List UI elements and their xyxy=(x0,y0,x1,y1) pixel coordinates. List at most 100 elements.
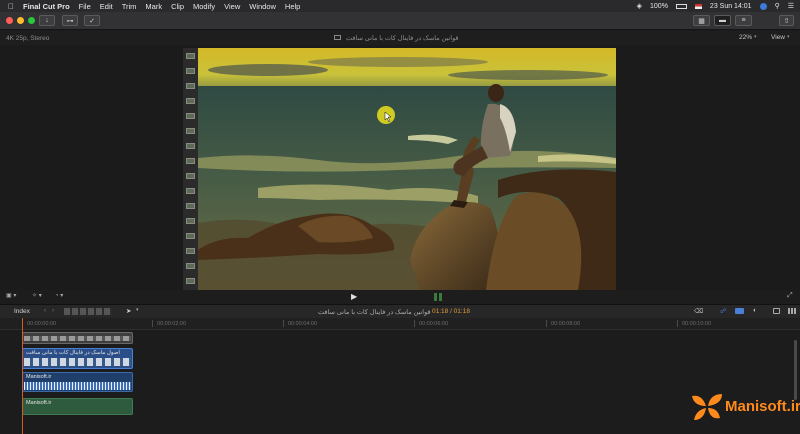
timeline[interactable]: 00:00:00:00 00:00:02:00 00:00:04:00 00:0… xyxy=(0,318,800,434)
forward-arrow-icon[interactable]: › xyxy=(52,307,54,314)
view-chevron-icon: ▾ xyxy=(787,34,790,40)
inspector-view-button[interactable]: ≡ xyxy=(735,15,752,26)
share-button[interactable]: ⇧ xyxy=(779,15,794,26)
menu-clip[interactable]: Clip xyxy=(171,2,184,11)
clock[interactable]: 23 Sun 14:01 xyxy=(710,3,752,10)
clip-thumbnails xyxy=(24,336,131,341)
share-icon: ⇧ xyxy=(783,17,790,25)
menu-mark[interactable]: Mark xyxy=(145,2,162,11)
browser-view-button[interactable]: ▦ xyxy=(693,15,710,26)
watermark-logo xyxy=(690,392,724,422)
zoom-menu[interactable]: 22% xyxy=(739,34,752,41)
import-button[interactable]: ↓ xyxy=(39,15,55,26)
user-icon[interactable] xyxy=(759,2,767,10)
play-button[interactable]: ▶ xyxy=(351,292,357,301)
menu-view[interactable]: View xyxy=(224,2,240,11)
clip-label: Manisoft.ir xyxy=(26,400,52,406)
clip-label: اصول ماسک در فاینال کات با مانی سافت xyxy=(26,350,120,356)
minimize-window-button[interactable] xyxy=(17,17,24,24)
apple-menu-icon[interactable]:  xyxy=(8,2,14,11)
battery-percent: 100% xyxy=(650,2,668,10)
window-toolbar: ↓ ⊶ ✓ ▦ ▬ ≡ ⇧ xyxy=(0,12,800,30)
filmstrip-frame xyxy=(186,203,195,209)
clip-options-icon[interactable] xyxy=(773,308,780,314)
filmstrip-frame xyxy=(186,173,195,179)
transport-bar: ▣ ▾ ✧ ▾ ◔ ▾ ▶ ⤢ xyxy=(0,290,800,304)
menu-edit[interactable]: Edit xyxy=(100,2,113,11)
menu-trim[interactable]: Trim xyxy=(122,2,137,11)
ruler-tick-line xyxy=(677,320,678,327)
select-tool-icon[interactable]: ➤ xyxy=(126,307,131,315)
keywords-button[interactable]: ⊶ xyxy=(62,15,78,26)
chevron-down-icon: ▾ xyxy=(13,293,17,299)
ruler-tick-line xyxy=(283,320,284,327)
search-icon[interactable]: ⚲ xyxy=(775,2,780,10)
speedometer-icon: ◔ xyxy=(55,293,59,299)
menu-list-icon[interactable]: ☰ xyxy=(788,2,794,10)
playhead[interactable] xyxy=(22,318,23,434)
menu-file[interactable]: File xyxy=(79,2,91,11)
filmstrip-frame xyxy=(186,233,195,239)
ruler-tick: 00:00:00:00 xyxy=(27,321,57,327)
filmstrip-frame xyxy=(186,278,195,284)
wifi-icon[interactable]: ◈ xyxy=(637,2,642,10)
filmstrip-frame xyxy=(186,158,195,164)
effects-menu[interactable]: ✧ ▾ xyxy=(32,292,48,301)
view-menu[interactable]: View xyxy=(771,34,785,41)
viewer-clip-icon xyxy=(334,35,341,40)
filmstrip-frame xyxy=(186,143,195,149)
background-tasks-button[interactable]: ✓ xyxy=(84,15,100,26)
zoom-chevron-icon: ▾ xyxy=(754,34,757,40)
zoom-window-button[interactable] xyxy=(28,17,35,24)
crop-icon: ▣ xyxy=(6,293,12,299)
ruler-tick: 00:00:08:00 xyxy=(551,321,581,327)
close-window-button[interactable] xyxy=(6,17,13,24)
timeline-ruler[interactable]: 00:00:00:00 00:00:02:00 00:00:04:00 00:0… xyxy=(0,318,800,330)
audio-meters-icon[interactable] xyxy=(788,308,796,314)
fullscreen-button[interactable]: ⤢ xyxy=(787,292,793,300)
menu-bar:  Final Cut Pro File Edit Trim Mark Clip… xyxy=(0,0,800,12)
solo-icon[interactable] xyxy=(735,308,744,314)
audio-clip[interactable]: Manisoft.ir xyxy=(22,372,133,392)
ruler-tick-line xyxy=(152,320,153,327)
timeline-view-button[interactable]: ▬ xyxy=(714,15,731,26)
chevron-down-icon: ▾ xyxy=(38,293,42,299)
key-icon: ⊶ xyxy=(66,17,74,25)
back-arrow-icon[interactable]: ‹ xyxy=(44,307,46,314)
filmstrip-frame xyxy=(186,128,195,134)
vertical-scrollbar[interactable] xyxy=(794,340,797,400)
ruler-tick-line xyxy=(414,320,415,327)
project-timecode: 01:18 / 01:18 xyxy=(432,308,470,315)
menu-window[interactable]: Window xyxy=(249,2,276,11)
green-audio-clip[interactable]: Manisoft.ir xyxy=(22,398,133,415)
audio-meter-icon xyxy=(434,293,444,301)
filmstrip-frame xyxy=(186,248,195,254)
battery-icon[interactable] xyxy=(675,3,687,9)
clip-label: Manisoft.ir xyxy=(26,374,52,380)
index-button[interactable]: Index xyxy=(14,308,30,315)
menu-help[interactable]: Help xyxy=(285,2,300,11)
primary-video-clip[interactable]: اصول ماسک در فاینال کات با مانی سافت xyxy=(22,348,133,369)
fullscreen-icon: ⤢ xyxy=(787,292,793,299)
video-frame[interactable] xyxy=(198,48,616,290)
project-title: قوانین ماسک در فاینال کات با مانی سافت xyxy=(318,309,431,316)
chevron-down-icon: ▾ xyxy=(60,293,64,299)
filmstrip-frame xyxy=(186,83,195,89)
audio-skimming-icon[interactable]: ☍ xyxy=(720,307,727,315)
menu-modify[interactable]: Modify xyxy=(193,2,215,11)
filmstrip-frame xyxy=(186,53,195,59)
seaside-scene-image xyxy=(198,48,616,290)
transform-menu[interactable]: ▣ ▾ xyxy=(6,292,22,301)
skimming-icon[interactable]: ⌫ xyxy=(694,307,703,315)
ruler-tick: 00:00:10:00 xyxy=(682,321,712,327)
snapping-icon[interactable]: ◐ xyxy=(753,307,757,314)
viewer-header: 4K 25p, Stereo قوانین ماسک در فاینال کات… xyxy=(0,31,800,45)
grid-icon: ▦ xyxy=(698,17,705,25)
retime-menu[interactable]: ◔ ▾ xyxy=(55,292,71,301)
clip-appearance-icon[interactable] xyxy=(64,308,112,315)
format-info: 4K 25p, Stereo xyxy=(6,35,50,42)
connected-video-clip[interactable] xyxy=(22,332,133,344)
flag-icon[interactable] xyxy=(694,3,702,9)
app-menu[interactable]: Final Cut Pro xyxy=(23,2,70,11)
filmstrip-frame xyxy=(186,98,195,104)
